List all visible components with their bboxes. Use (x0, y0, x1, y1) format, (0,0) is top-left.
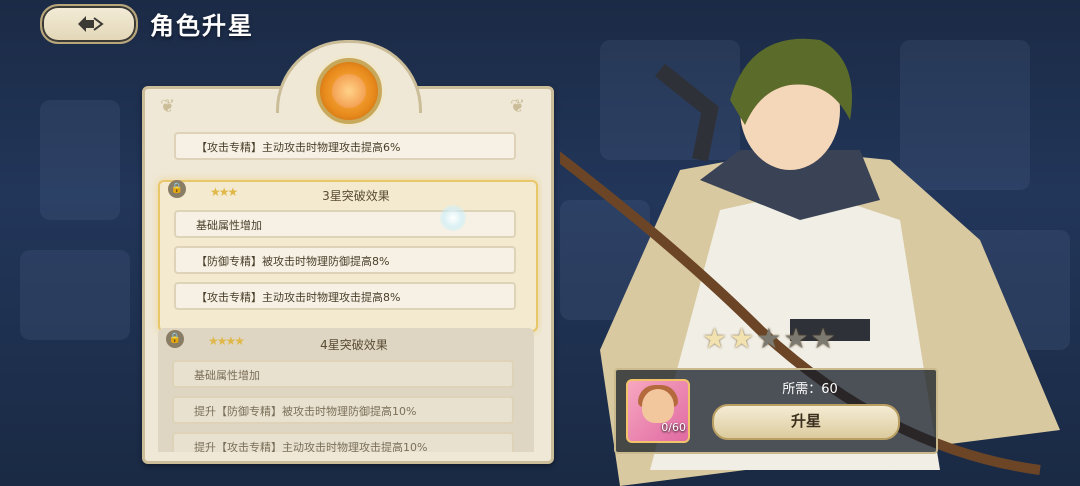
effect-row: 【攻击专精】主动攻击时物理攻击提高8% (174, 282, 516, 310)
effects-list[interactable]: 【攻击专精】主动攻击时物理攻击提高6% 🔒 ★★★ 3星突破效果 基础属性增加 … (150, 120, 542, 452)
hero-star-rating: ★★★★★ (702, 322, 838, 355)
star-icon-5: ★ (810, 322, 838, 355)
medal-icon (316, 58, 382, 124)
effect-row: 提升【防御专精】被攻击时物理防御提高10% (172, 396, 514, 424)
page-title: 角色升星 (150, 12, 254, 40)
star-icon-4: ★ (783, 322, 811, 355)
required-amount: 所需：60 (782, 382, 838, 397)
back-button[interactable] (40, 4, 138, 44)
section-title-3-star: 3星突破效果 (322, 189, 390, 203)
effect-row: 【攻击专精】主动攻击时物理攻击提高6% (174, 132, 516, 160)
shard-count: 0/60 (661, 421, 686, 434)
section-title-4-star: 4星突破效果 (320, 338, 388, 352)
sparkle-effect (440, 205, 466, 231)
effect-row: 【防御专精】被攻击时物理防御提高8% (174, 246, 516, 274)
back-arrow-icon (78, 16, 104, 32)
star-icon-3: ★ (756, 322, 784, 355)
effect-row: 提升【攻击专精】主动攻击时物理攻击提高10% (172, 432, 514, 452)
upgrade-star-button[interactable]: 升星 (712, 404, 900, 440)
section-4-star: 🔒 ★★★★ 4星突破效果 基础属性增加 提升【防御专精】被攻击时物理防御提高1… (158, 328, 534, 452)
ornament-left-icon: ❦ (160, 96, 176, 117)
star-icon-2: ★ (729, 322, 757, 355)
ornament-right-icon: ❦ (510, 96, 526, 117)
effect-row: 基础属性增加 (172, 360, 514, 388)
star-icon-1: ★ (702, 322, 730, 355)
section-3-star: 🔒 ★★★ 3星突破效果 基础属性增加 【防御专精】被攻击时物理防御提高8% 【… (158, 180, 538, 332)
